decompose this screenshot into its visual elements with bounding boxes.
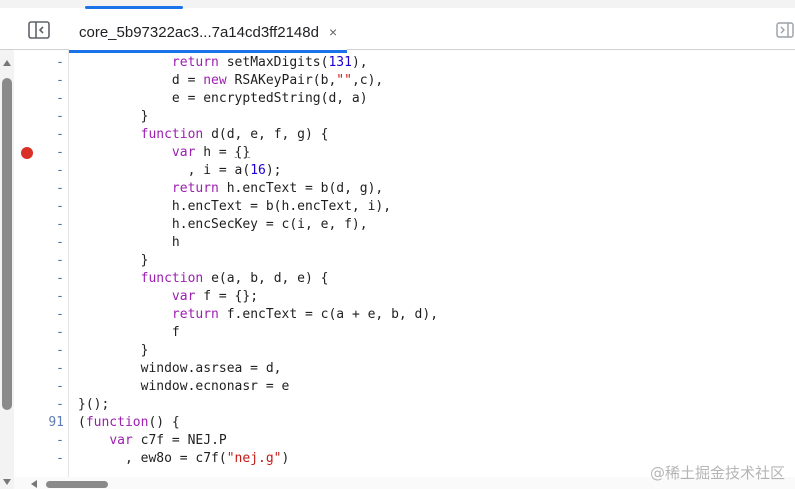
file-tab[interactable]: core_5b97322ac3...7a14cd3ff2148d ×	[69, 14, 348, 53]
watermark: @稀土掘金技术社区	[649, 464, 785, 482]
line-number[interactable]: -	[20, 306, 64, 324]
line-number[interactable]: -	[20, 432, 64, 450]
code-text: function d(d, e, f, g) {	[140, 127, 329, 142]
code-line[interactable]: - return f.encText = c(a + e, b, d),	[0, 306, 795, 324]
code-text: }	[78, 343, 149, 358]
line-number[interactable]: -	[20, 234, 64, 252]
code-text: var f = {};	[171, 289, 259, 304]
code-text: , ew8o = c7f("nej.g")	[78, 451, 290, 466]
code-text: return h.encText = b(d, g),	[171, 181, 384, 196]
code-line[interactable]: - function e(a, b, d, e) {	[0, 270, 795, 288]
code-line[interactable]: - var f = {};	[0, 288, 795, 306]
code-text: f	[78, 325, 180, 340]
scroll-left-arrow-icon[interactable]	[31, 480, 37, 488]
breakpoint-marker-icon[interactable]	[21, 147, 33, 159]
line-number[interactable]: -	[20, 450, 64, 468]
code-text: , i = a(16);	[78, 163, 282, 178]
close-tab-icon[interactable]: ×	[329, 25, 337, 39]
line-number[interactable]: -	[20, 324, 64, 342]
line-number[interactable]: -	[20, 198, 64, 216]
code-text: }();	[78, 397, 110, 412]
line-number[interactable]: 91	[20, 414, 64, 432]
code-line[interactable]: - return h.encText = b(d, g),	[0, 180, 795, 198]
code-editor[interactable]: - return setMaxDigits(131), - d = new RSA…	[0, 50, 795, 489]
sidebar-toggle-icon[interactable]	[28, 21, 50, 39]
line-number[interactable]: -	[20, 216, 64, 234]
code-text: return f.encText = c(a + e, b, d),	[171, 307, 439, 322]
code-text: window.asrsea = d,	[78, 361, 282, 376]
code-line[interactable]: - h.encText = b(h.encText, i),	[0, 198, 795, 216]
line-number[interactable]: -	[20, 126, 64, 144]
code-text: h.encSecKey = c(i, e, f),	[78, 217, 368, 232]
line-number[interactable]: -	[20, 90, 64, 108]
code-line[interactable]: - }	[0, 252, 795, 270]
code-line[interactable]: - }	[0, 342, 795, 360]
line-number[interactable]: -	[20, 342, 64, 360]
scroll-down-arrow-icon[interactable]	[3, 479, 11, 485]
code-line[interactable]: - h	[0, 234, 795, 252]
code-text: }	[78, 109, 149, 124]
code-line[interactable]: - window.asrsea = d,	[0, 360, 795, 378]
code-line[interactable]: - f	[0, 324, 795, 342]
code-text: h.encText = b(h.encText, i),	[78, 199, 392, 214]
line-number[interactable]: -	[20, 54, 64, 72]
code-text: function e(a, b, d, e) {	[140, 271, 329, 286]
line-number[interactable]: -	[20, 378, 64, 396]
code-text: (function() {	[78, 415, 180, 430]
line-number[interactable]: -	[20, 252, 64, 270]
code-text: var h = {}	[171, 145, 251, 160]
panel-toggle-icon[interactable]	[776, 22, 794, 38]
code-line[interactable]: - e = encryptedString(d, a)	[0, 90, 795, 108]
line-number[interactable]: -	[20, 162, 64, 180]
code-line[interactable]: -}();	[0, 396, 795, 414]
line-number[interactable]: -	[20, 108, 64, 126]
code-line[interactable]: 91 (function() {	[0, 414, 795, 432]
code-text: var c7f = NEJ.P	[109, 433, 227, 448]
line-number[interactable]: -	[20, 72, 64, 90]
active-panel-indicator	[85, 6, 183, 9]
code-line[interactable]: - }	[0, 108, 795, 126]
line-number[interactable]: -	[20, 396, 64, 414]
line-number[interactable]: -	[20, 180, 64, 198]
code-line[interactable]: - var h = {}	[0, 144, 795, 162]
editor-tab-bar: core_5b97322ac3...7a14cd3ff2148d ×	[0, 0, 795, 53]
code-line[interactable]: - , i = a(16);	[0, 162, 795, 180]
code-line[interactable]: - return setMaxDigits(131),	[0, 54, 795, 72]
code-text: window.ecnonasr = e	[78, 379, 290, 394]
line-number[interactable]: -	[20, 288, 64, 306]
code-text: }	[78, 253, 149, 268]
code-line[interactable]: - var c7f = NEJ.P	[0, 432, 795, 450]
code-line[interactable]: - function d(d, e, f, g) {	[0, 126, 795, 144]
code-line[interactable]: - window.ecnonasr = e	[0, 378, 795, 396]
horizontal-scroll-thumb[interactable]	[46, 481, 108, 488]
code-text: return setMaxDigits(131),	[171, 55, 368, 70]
file-tab-label: core_5b97322ac3...7a14cd3ff2148d	[79, 23, 319, 41]
code-text: d = new RSAKeyPair(b,"",c),	[78, 73, 384, 88]
code-line[interactable]: - h.encSecKey = c(i, e, f),	[0, 216, 795, 234]
code-text: e = encryptedString(d, a)	[78, 91, 368, 106]
line-number[interactable]: -	[20, 360, 64, 378]
code-text: h	[78, 235, 180, 250]
code-line[interactable]: - d = new RSAKeyPair(b,"",c),	[0, 72, 795, 90]
line-number[interactable]: -	[20, 270, 64, 288]
